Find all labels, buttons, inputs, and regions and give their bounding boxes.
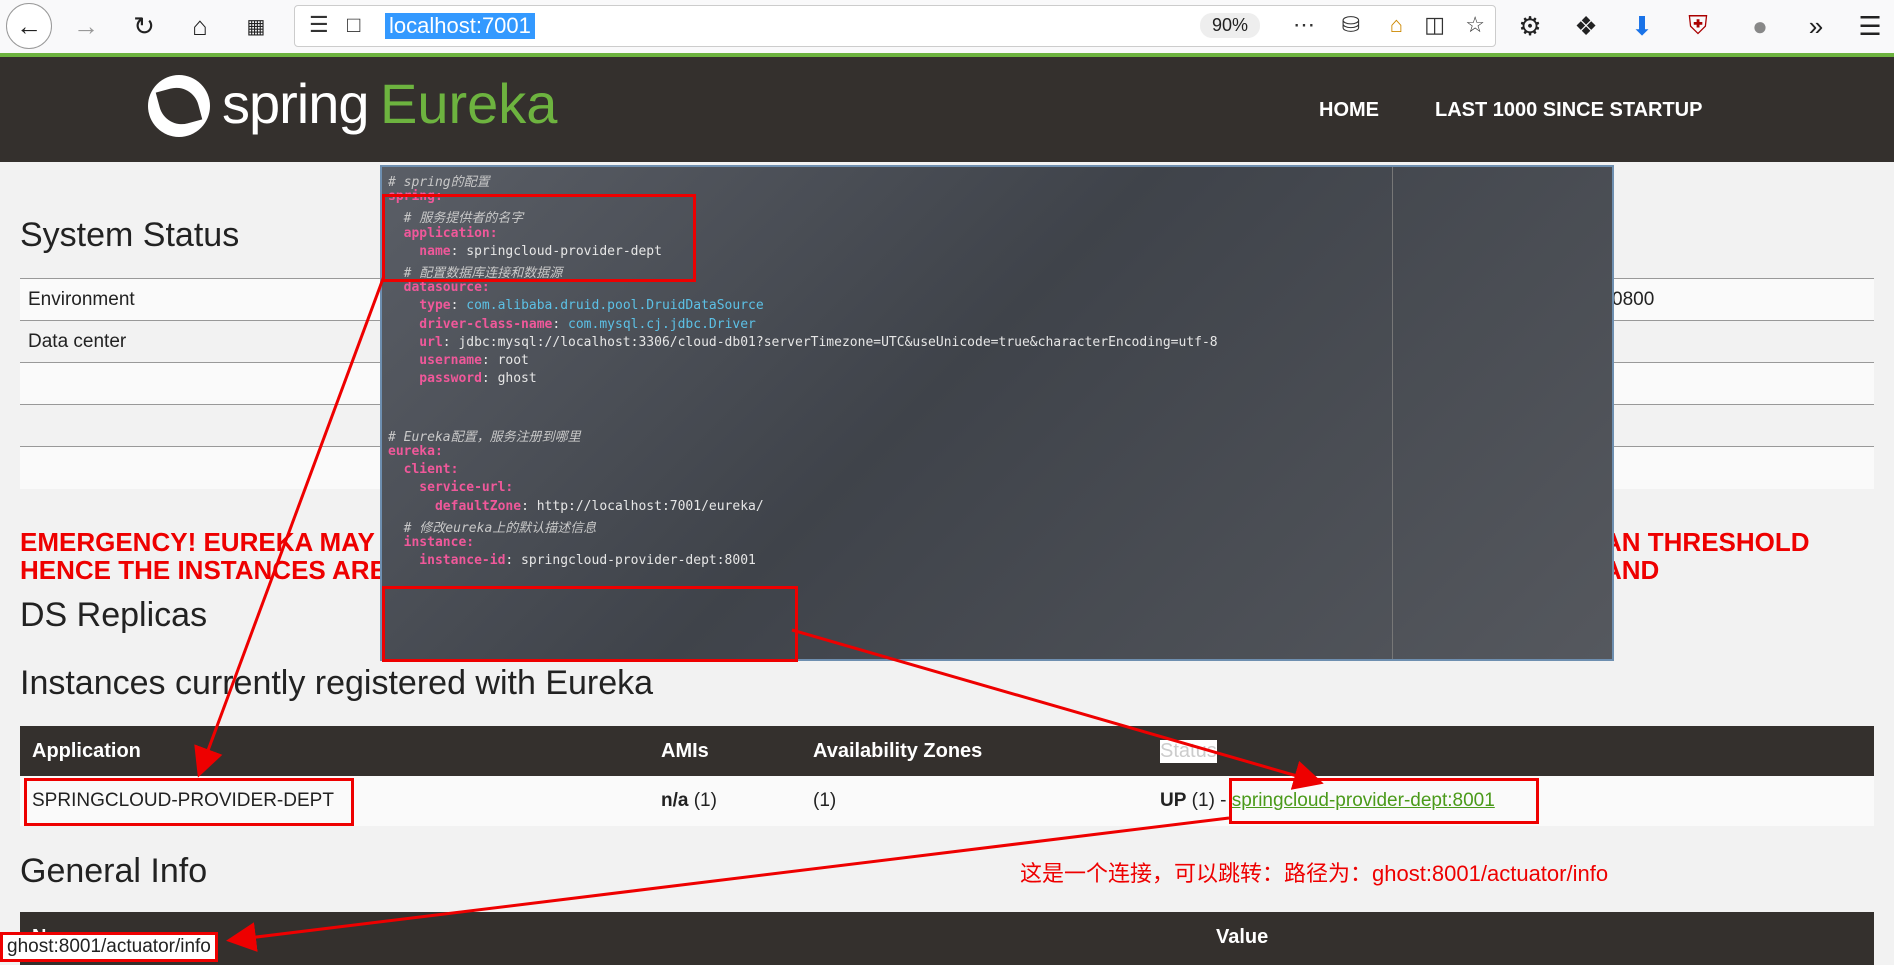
annotation-note: 这是一个连接，可以跳转：路径为：ghost:8001/actuator/info xyxy=(1020,861,1609,886)
annotation-arrows xyxy=(194,275,1324,952)
status-bar-url: ghost:8001/actuator/info xyxy=(0,932,218,962)
arrow-instance-to-link xyxy=(791,628,1324,790)
arrow-spring-to-app xyxy=(194,275,386,778)
